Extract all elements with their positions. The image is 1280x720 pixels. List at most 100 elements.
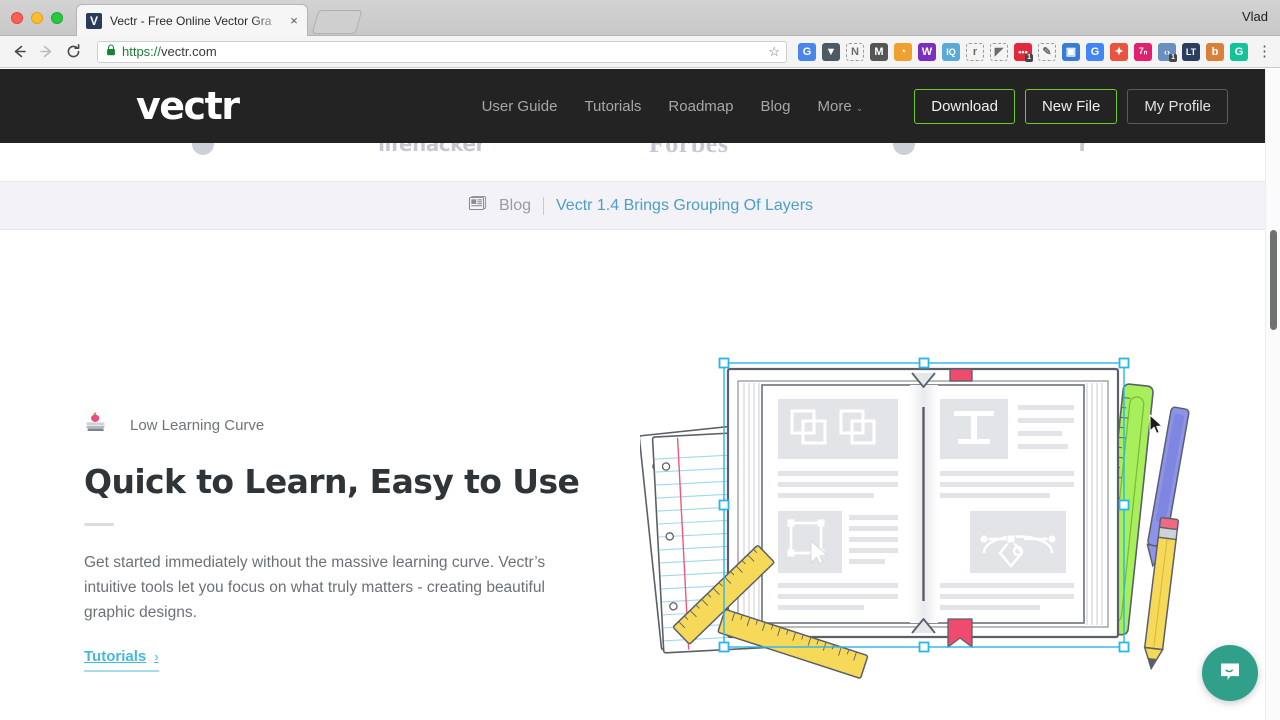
- new-tab-button[interactable]: [311, 10, 363, 34]
- title-underline-rule: [84, 523, 114, 526]
- notepad-extension-glyph: ✎: [1042, 46, 1052, 58]
- site-nav: User Guide Tutorials Roadmap Blog More ⌄ …: [482, 88, 1280, 124]
- kebab-menu-icon[interactable]: ⋮: [1257, 44, 1272, 59]
- tutorials-cta-link[interactable]: Tutorials ›: [84, 648, 159, 672]
- feature-eyebrow: Low Learning Curve: [84, 410, 584, 441]
- iq-extension[interactable]: IQ: [942, 42, 960, 61]
- nav-user-guide[interactable]: User Guide: [482, 98, 558, 115]
- languagetool-extension[interactable]: LT: [1182, 42, 1200, 61]
- feature-eyebrow-label: Low Learning Curve: [130, 417, 265, 434]
- nav-more-label: More: [817, 97, 852, 115]
- grammarly-extension[interactable]: G: [1230, 42, 1248, 61]
- address-bar[interactable]: https://vectr.com ☆: [97, 40, 787, 63]
- maximize-window-button[interactable]: [51, 12, 63, 24]
- forward-arrow-icon: [33, 37, 60, 67]
- site-header-actions: Download New File My Profile: [914, 88, 1228, 124]
- minimize-window-button[interactable]: [31, 12, 43, 24]
- browser-tab-active[interactable]: V Vectr - Free Online Vector Gra ×: [76, 4, 308, 36]
- buffer-extension-glyph: b: [1211, 45, 1219, 58]
- vectr-favicon: V: [86, 12, 102, 29]
- reload-icon[interactable]: [60, 37, 87, 67]
- close-tab-button[interactable]: ×: [287, 13, 301, 28]
- intercom-chat-launcher[interactable]: [1202, 645, 1258, 701]
- rss-feed-extension[interactable]: ◔: [894, 42, 912, 61]
- dotted-red-extension[interactable]: ••• 1: [1014, 42, 1033, 62]
- shield-extension[interactable]: ▼: [822, 42, 840, 61]
- blue-tag-extension-glyph: ▣: [1065, 46, 1077, 58]
- os-user-label: Vlad: [1241, 9, 1268, 24]
- languagetool-extension-glyph: LT: [1185, 46, 1197, 57]
- press-logo-strip-inner: lifehacker Forbes r: [0, 143, 1280, 169]
- dotted-red-extension-badge: 1: [1025, 53, 1033, 62]
- google-translate-extension-glyph: G: [802, 45, 812, 58]
- pocket-extension[interactable]: ◤: [990, 42, 1008, 61]
- buffer-extension[interactable]: b: [1206, 42, 1224, 61]
- rss-feed-extension-glyph: ◔: [899, 45, 907, 58]
- notion-clipper-extension[interactable]: N: [846, 42, 864, 61]
- wallabag-extension[interactable]: W: [918, 42, 936, 61]
- iq-extension-glyph: IQ: [946, 46, 956, 57]
- nav-tutorials-label: Tutorials: [584, 97, 642, 115]
- momentum-extension[interactable]: 7ₙ: [1134, 42, 1152, 61]
- extensions-toolbar: G ▼ N M ◔ W IQ r ◤ ••• 1 ✎ ▣ G ✦ 7ₙ ‹› 1 LT b G: [795, 42, 1251, 62]
- mailtrack-extension-glyph: M: [874, 45, 884, 58]
- blue-tag-extension[interactable]: ▣: [1062, 42, 1080, 61]
- apple-on-books-icon: [84, 410, 108, 441]
- feature-copy-block: Low Learning Curve Quick to Learn, Easy …: [84, 410, 584, 672]
- url-host: vectr.com: [161, 44, 217, 59]
- breadcrumb-blog-link[interactable]: Blog: [499, 197, 531, 215]
- wallabag-extension-glyph: W: [921, 45, 933, 58]
- back-arrow-icon[interactable]: [6, 37, 33, 67]
- browser-tab-title: Vectr - Free Online Vector Gra: [110, 13, 272, 28]
- mailtrack-extension[interactable]: M: [870, 42, 888, 61]
- open-book-with-design-tools-illustration: [638, 355, 1200, 685]
- star-icon[interactable]: ☆: [768, 44, 780, 60]
- chevron-down-icon: ⌄: [855, 102, 864, 113]
- page-scrollbar-thumb[interactable]: [1270, 230, 1277, 330]
- press-logo-mark-2: [892, 143, 915, 155]
- nav-tutorials[interactable]: Tutorials: [584, 98, 641, 115]
- new-file-button[interactable]: New File: [1024, 88, 1118, 124]
- google-extension-glyph: G: [1090, 45, 1100, 58]
- google-translate-extension[interactable]: G: [798, 42, 816, 61]
- nav-blog-label: Blog: [760, 97, 791, 115]
- notepad-extension[interactable]: ✎: [1038, 42, 1056, 61]
- press-logo-mark-1: [192, 143, 215, 155]
- download-button[interactable]: Download: [914, 88, 1015, 124]
- press-logo-forbes: Forbes: [648, 143, 729, 158]
- breadcrumb: Blog Vectr 1.4 Brings Grouping Of Layers: [0, 181, 1280, 230]
- chevron-right-icon: ›: [154, 649, 159, 664]
- pocket-extension-glyph: ◤: [994, 46, 1004, 58]
- notion-clipper-extension-glyph: N: [851, 45, 859, 58]
- nav-more[interactable]: More ⌄: [818, 98, 864, 115]
- chat-bubble-icon: [1217, 658, 1243, 689]
- nav-roadmap[interactable]: Roadmap: [668, 98, 733, 115]
- nav-user-guide-label: User Guide: [481, 97, 558, 115]
- pinterest-save-extension[interactable]: ✦: [1110, 42, 1128, 61]
- page-scrollbar[interactable]: [1265, 69, 1280, 720]
- press-logo-mark-3: r: [1078, 143, 1089, 156]
- reddit-extension[interactable]: r: [966, 42, 984, 61]
- google-extension[interactable]: G: [1086, 42, 1104, 61]
- nav-roadmap-label: Roadmap: [668, 97, 734, 115]
- pinterest-save-extension-glyph: ✦: [1114, 46, 1124, 58]
- main-content: Low Learning Curve Quick to Learn, Easy …: [0, 230, 1280, 690]
- close-window-button[interactable]: [11, 12, 23, 24]
- vectr-logo[interactable]: vectr: [136, 84, 240, 128]
- tutorials-cta-label: Tutorials: [84, 648, 147, 665]
- breadcrumb-current-title[interactable]: Vectr 1.4 Brings Grouping Of Layers: [556, 197, 813, 215]
- momentum-extension-glyph: 7ₙ: [1138, 46, 1148, 56]
- page-title: Quick to Learn, Easy to Use: [84, 462, 580, 501]
- shield-extension-glyph: ▼: [825, 45, 837, 58]
- window-traffic-lights: [11, 12, 63, 24]
- grammarly-extension-glyph: G: [1234, 45, 1244, 58]
- site-header: vectr User Guide Tutorials Roadmap Blog …: [0, 69, 1280, 143]
- mouse-pointer: [1149, 414, 1164, 440]
- nav-blog[interactable]: Blog: [760, 98, 790, 115]
- newspaper-icon: [467, 195, 487, 216]
- url-scheme: https://: [122, 44, 162, 59]
- reddit-extension-glyph: r: [972, 45, 978, 58]
- padlock-icon: [106, 43, 116, 61]
- code-extension[interactable]: ‹› 1: [1158, 42, 1177, 62]
- my-profile-button[interactable]: My Profile: [1127, 88, 1228, 124]
